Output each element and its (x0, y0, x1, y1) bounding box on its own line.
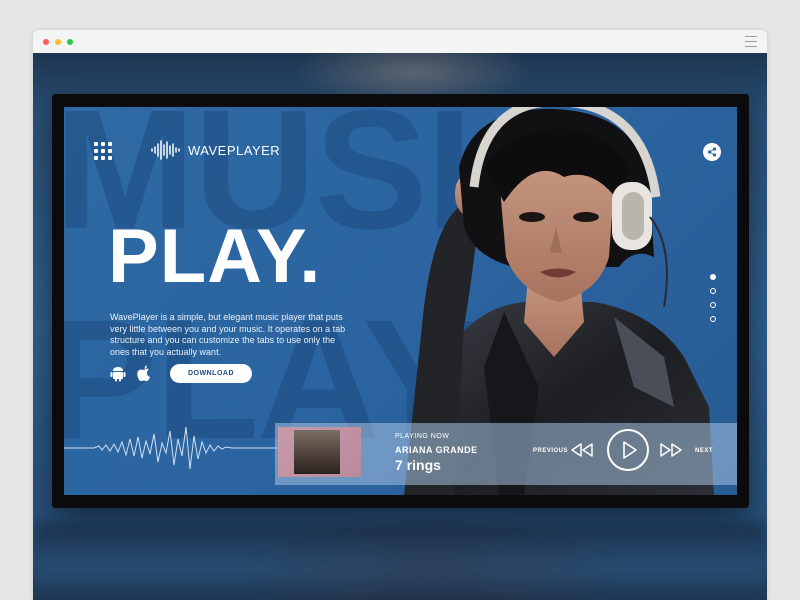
download-button[interactable]: DOWNLOAD (170, 364, 252, 383)
apple-icon[interactable] (136, 365, 152, 382)
artist-name: ARIANA GRANDE (395, 445, 478, 455)
previous-label[interactable]: PREVIOUS (533, 448, 568, 454)
hero-screen: MUSIC PLAY WAVEPLAYER PLAY. WavePlayer i… (64, 107, 737, 495)
play-icon (623, 441, 637, 459)
background-blur-bottom (33, 523, 767, 600)
close-window-dot[interactable] (43, 39, 49, 45)
pagination-dot[interactable] (710, 288, 716, 294)
hero-headline: PLAY. (108, 214, 322, 299)
android-icon[interactable] (110, 365, 126, 382)
play-button[interactable] (607, 429, 649, 471)
soundwave-logo-icon (151, 140, 180, 160)
share-button[interactable] (703, 143, 721, 161)
browser-titlebar (33, 30, 767, 54)
hero-description: WavePlayer is a simple, but elegant musi… (110, 312, 346, 357)
logo-text: WAVEPLAYER (188, 142, 281, 158)
rewind-icon[interactable] (570, 442, 594, 458)
page-viewport: MUSIC PLAY WAVEPLAYER PLAY. WavePlayer i… (33, 53, 767, 600)
slide-pagination (710, 274, 716, 330)
maximize-window-dot[interactable] (67, 39, 73, 45)
monitor-frame: MUSIC PLAY WAVEPLAYER PLAY. WavePlayer i… (52, 94, 749, 508)
track-title: 7 rings (395, 457, 441, 473)
platform-downloads: DOWNLOAD (110, 364, 252, 383)
now-playing-label: PLAYING NOW (395, 433, 450, 440)
album-cover-art (294, 430, 340, 474)
pagination-dot[interactable] (710, 316, 716, 322)
waveplayer-logo[interactable]: WAVEPLAYER (150, 137, 280, 163)
pagination-dot[interactable] (710, 302, 716, 308)
next-label[interactable]: NEXT (695, 448, 713, 454)
pagination-dot[interactable] (710, 274, 716, 280)
browser-window: MUSIC PLAY WAVEPLAYER PLAY. WavePlayer i… (33, 30, 767, 600)
grid-menu-icon[interactable] (94, 142, 114, 162)
share-icon (707, 147, 717, 157)
minimize-window-dot[interactable] (55, 39, 61, 45)
audio-waveform (64, 426, 279, 470)
fast-forward-icon[interactable] (659, 442, 683, 458)
album-cover[interactable] (278, 427, 361, 477)
hamburger-icon[interactable] (745, 36, 757, 47)
